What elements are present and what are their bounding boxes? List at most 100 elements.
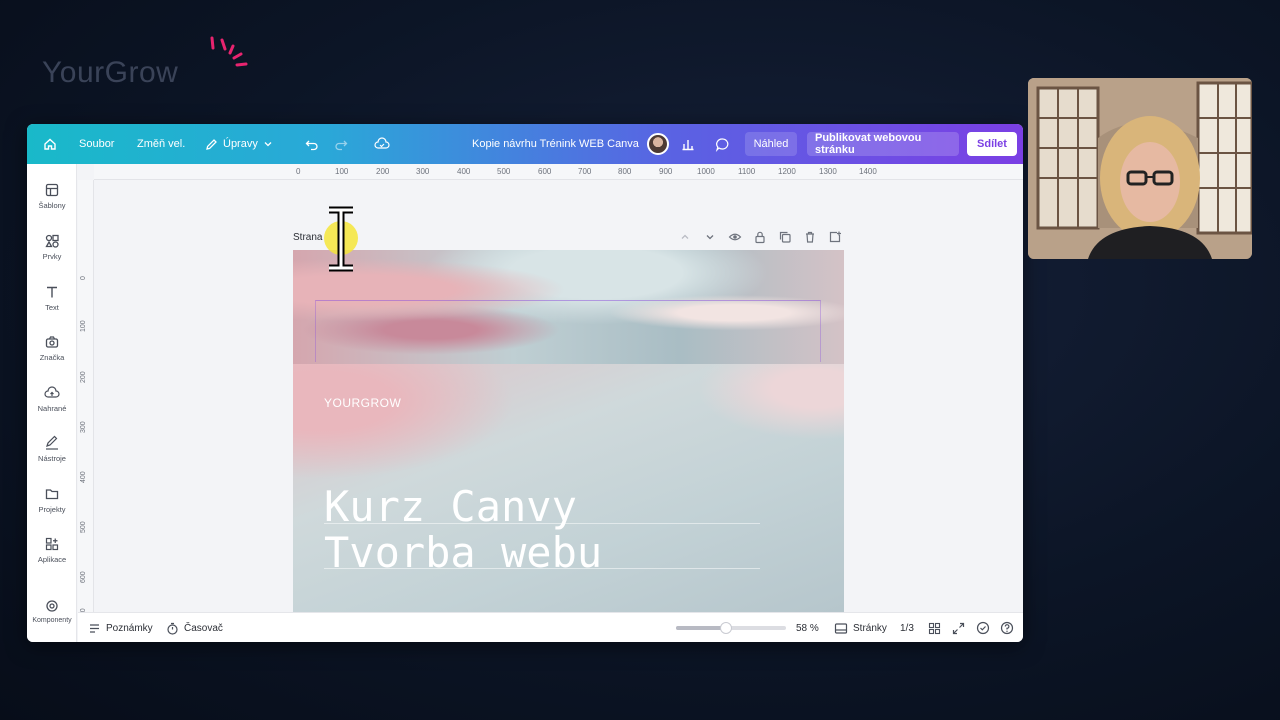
comment-button[interactable] [715,124,730,164]
timer-icon [167,622,178,635]
check-button[interactable] [976,613,990,642]
analytics-button[interactable] [681,124,695,164]
ruler-tick-label: 0 [296,167,301,176]
zoom-slider-fill [676,626,726,630]
title-divider [324,523,760,524]
file-menu[interactable]: Soubor [79,124,114,164]
ruler-tick-label: 0 [80,276,87,280]
zoom-value[interactable]: 58 % [796,613,819,642]
pencil-icon [206,138,217,150]
zoom-slider[interactable] [676,622,786,634]
lock-page-button[interactable] [753,230,767,244]
sidebar-item-elements[interactable]: Prvky [27,231,77,277]
page-title[interactable]: Strana [293,232,322,243]
grid-view-button[interactable] [928,613,941,642]
chevron-down-icon [706,235,714,240]
ruler-tick-label: 300 [416,167,430,176]
fullscreen-button[interactable] [952,613,965,642]
home-button[interactable] [43,124,57,164]
ruler-horizontal[interactable]: 0 100 200 300 400 500 600 700 800 900 10… [94,164,1023,180]
page-up-button[interactable] [678,230,692,244]
add-page-button[interactable] [828,230,842,244]
sidebar-item-label: Šablony [38,201,66,210]
bar-chart-icon [682,140,694,151]
elements-icon [45,234,59,248]
ruler-tick-label: 500 [497,167,511,176]
help-button[interactable] [1000,613,1014,642]
resize-menu[interactable]: Změň vel. [137,124,185,164]
duplicate-icon [779,231,791,243]
sidebar-item-label: Text [45,303,59,312]
notes-icon [90,623,99,633]
file-menu-label: Soubor [79,138,115,150]
design-page[interactable]: YOURGROW Kurz Canvy Tvorba webu [293,250,844,612]
notes-button[interactable]: Poznámky [88,613,153,642]
sidebar-item-label: Projekty [38,505,66,514]
timer-label: Časovač [184,622,223,634]
brand-name: YourGrow [42,56,179,89]
sidebar-item-projects[interactable]: Projekty [27,484,77,530]
apps-icon [45,537,59,551]
ruler-tick-label: 1000 [697,167,715,176]
ruler-tick-label: 400 [457,167,471,176]
pages-button[interactable]: Stránky [834,613,887,642]
publish-website-button[interactable]: Publikovat webovou stránku [807,132,959,156]
ruler-tick-label: 700 [578,167,592,176]
share-button[interactable]: Sdílet [967,132,1017,156]
user-avatar[interactable] [647,133,669,155]
sidebar-item-apps[interactable]: Aplikace [27,534,77,580]
ruler-tick-label: 200 [80,371,87,383]
ruler-tick-label: 200 [376,167,390,176]
home-icon [44,138,56,150]
pages-label: Stránky [853,622,887,634]
document-title-text: Kopie návrhu Trénink WEB Canva [472,138,639,150]
duplicate-page-button[interactable] [778,230,792,244]
selection-outline [315,300,821,362]
timer-button[interactable]: Časovač [166,613,223,642]
design-logo-text[interactable]: YOURGROW [324,396,401,410]
sidebar-item-text[interactable]: Text [27,282,77,328]
sidebar-item-templates[interactable]: Šablony [27,180,77,226]
draw-icon [46,435,58,450]
check-circle-icon [976,621,990,635]
design-title-line-2: Tvorba webu [324,528,603,577]
redo-button[interactable] [334,124,348,164]
zoom-slider-handle[interactable] [719,622,732,634]
share-button-label: Sdílet [977,138,1007,150]
canvas-area[interactable]: 0 100 200 300 400 500 600 700 800 900 10… [78,164,1023,620]
edit-menu[interactable]: Úpravy [205,124,273,164]
sidebar-item-tools[interactable]: Nástroje [27,433,77,479]
title-divider [324,568,760,569]
components-icon [46,600,58,612]
folder-icon [45,489,59,500]
page-down-button[interactable] [703,230,717,244]
sidebar-item-brand[interactable]: Značka [27,332,77,378]
grid-icon [928,622,941,634]
webcam-video [1028,78,1252,259]
ruler-tick-label: 900 [659,167,673,176]
sidebar-item-components[interactable]: Komponenty [27,596,77,642]
hide-page-button[interactable] [728,230,742,244]
undo-button[interactable] [305,124,319,164]
sidebar-item-label: Nahrané [37,404,67,413]
sidebar-item-uploads[interactable]: Nahrané [27,383,77,429]
design-title[interactable]: Kurz Canvy Tvorba webu [324,484,602,576]
delete-page-button[interactable] [803,230,817,244]
sidebar-item-label: Prvky [42,252,62,261]
document-title[interactable]: Kopie návrhu Trénink WEB Canva [472,124,639,164]
ruler-tick-label: 1100 [738,167,756,176]
ruler-tick-label: 300 [80,421,87,433]
left-sidebar: Šablony Prvky Text Značka Nahrané Nástro… [27,164,77,642]
yourgrow-logo: YourGrow [42,36,262,96]
ruler-tick-label: 800 [618,167,632,176]
help-icon [1000,621,1014,635]
cloud-save-button[interactable] [374,124,390,164]
trash-icon [806,231,814,243]
zoom-value-text: 58 % [796,622,819,634]
chevron-up-icon [681,234,689,239]
preview-button[interactable]: Náhled [745,132,797,156]
ruler-vertical[interactable]: 0 100 200 300 400 500 600 700 [78,180,94,620]
page-counter: 1/3 [900,613,914,642]
top-toolbar: Soubor Změň vel. Úpravy Kopie návrhu Tré… [27,124,1023,164]
redo-icon [335,140,348,151]
